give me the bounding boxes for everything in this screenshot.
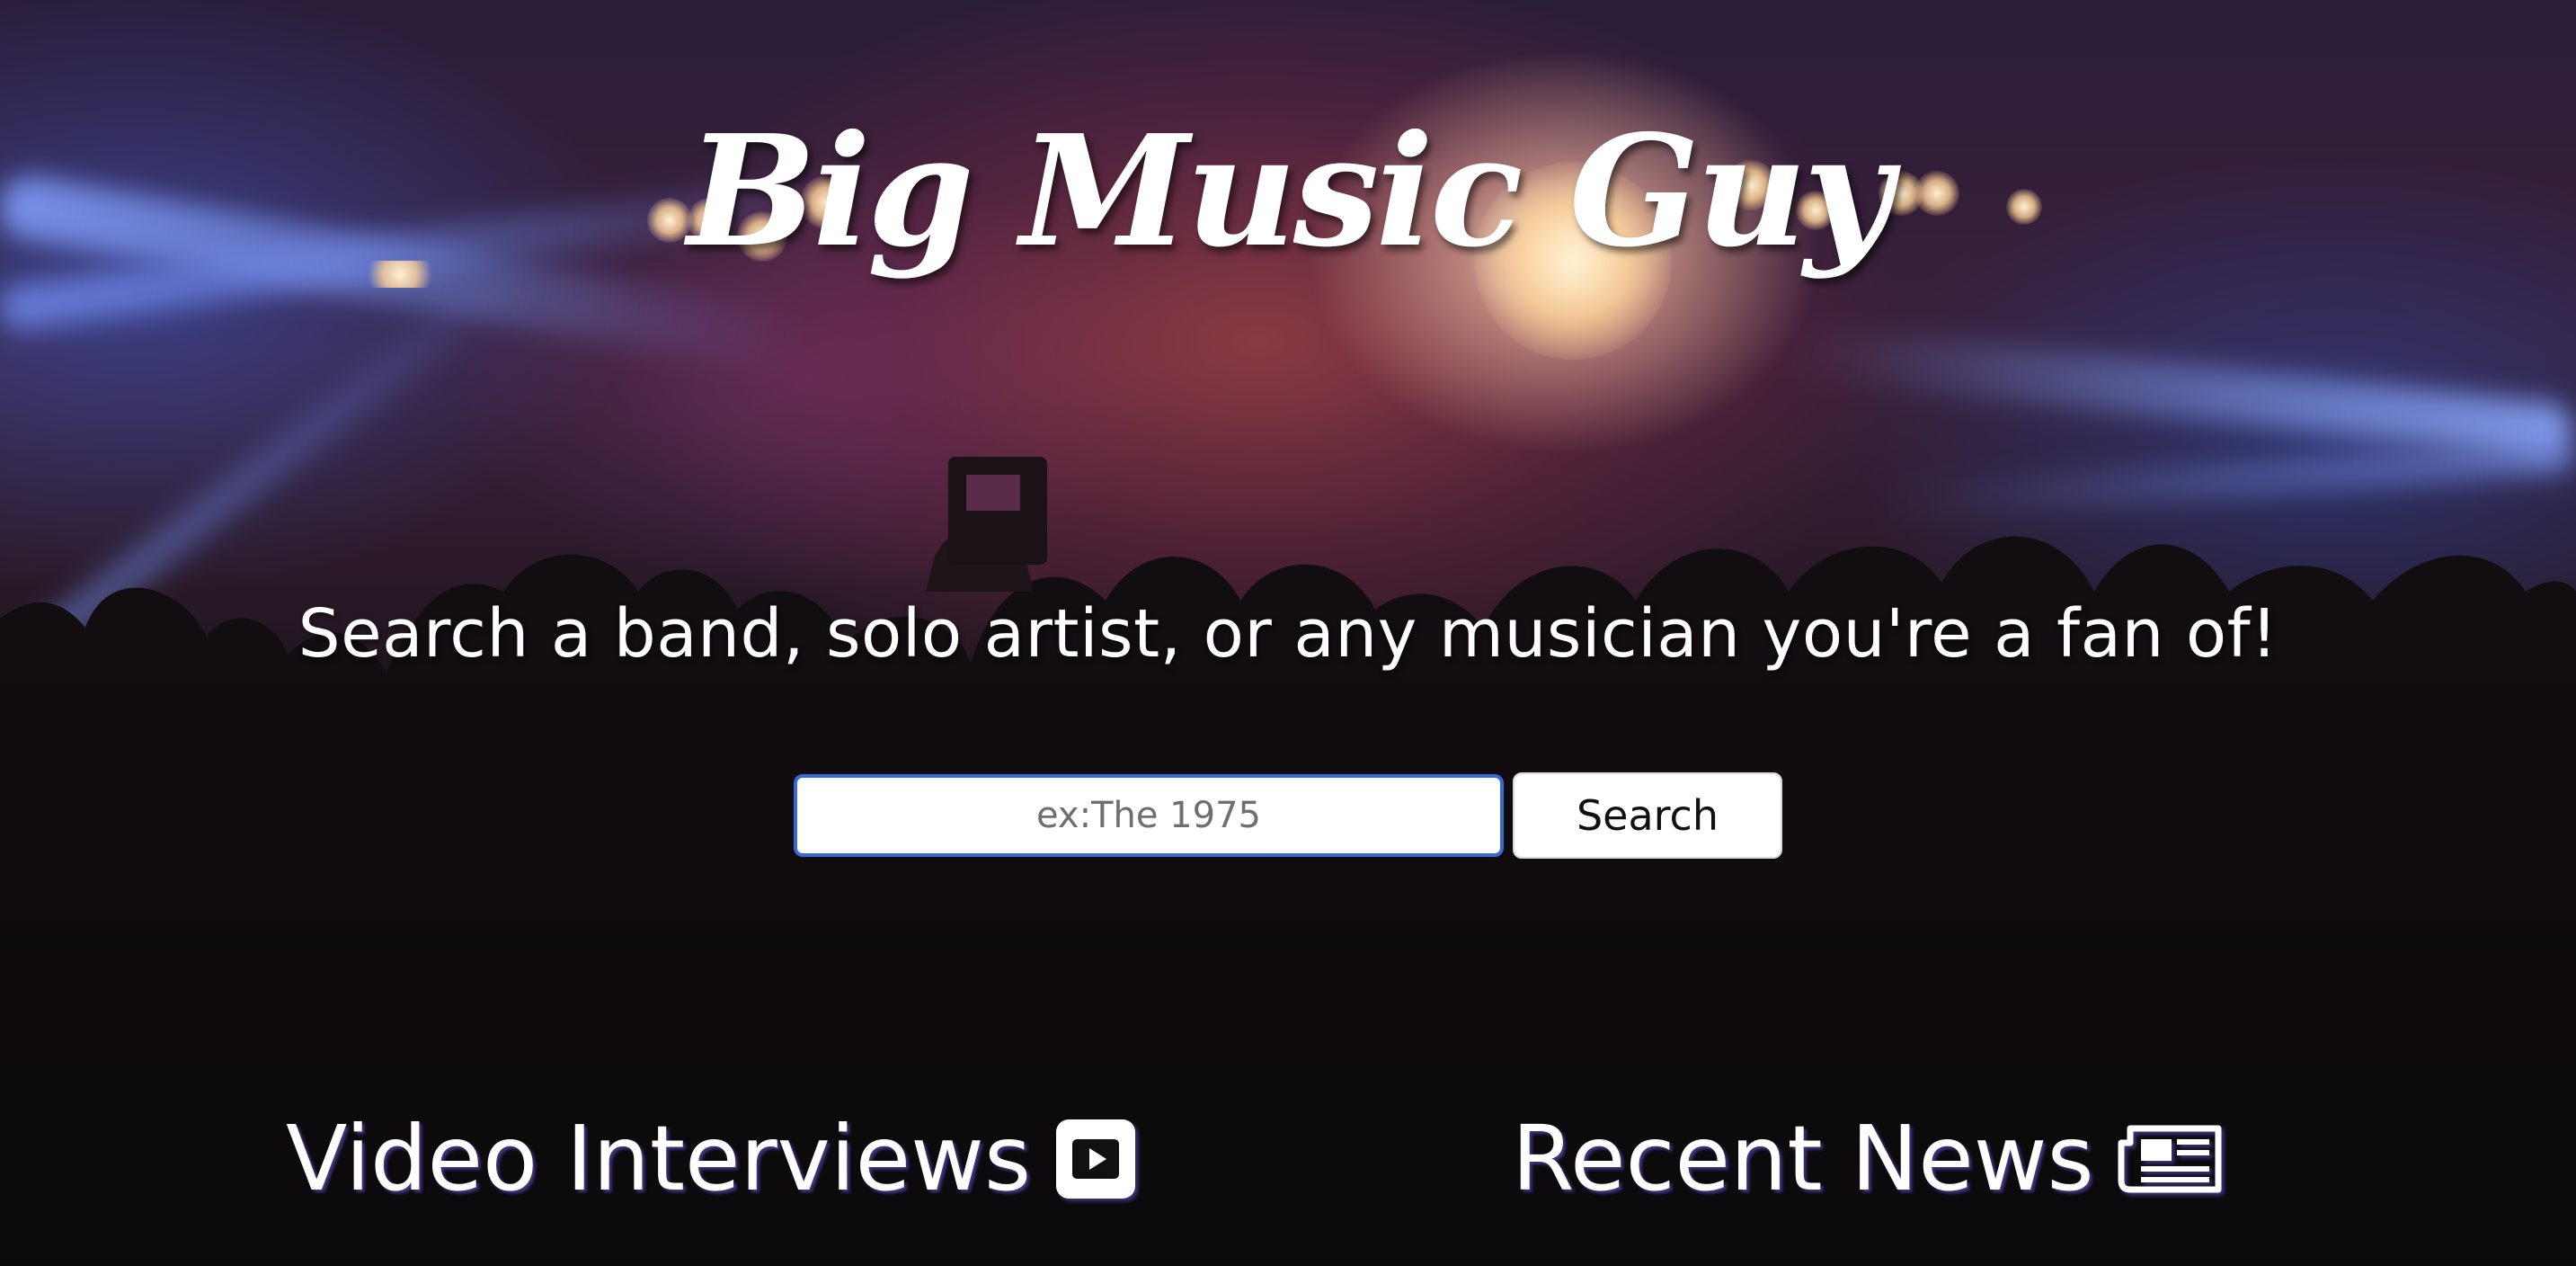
youtube-play-icon [1054, 1118, 1137, 1200]
video-interviews-heading[interactable]: Video Interviews [286, 1106, 1137, 1211]
search-tagline: Search a band, solo artist, or any music… [298, 595, 2278, 673]
search-form: Search [794, 771, 1782, 860]
site-title: Big Music Guy [687, 102, 1893, 281]
newspaper-icon [2118, 1123, 2222, 1195]
search-button[interactable]: Search [1513, 772, 1782, 859]
search-input[interactable] [794, 774, 1504, 857]
recent-news-label: Recent News [1512, 1106, 2094, 1211]
video-interviews-label: Video Interviews [286, 1106, 1032, 1211]
recent-news-heading[interactable]: Recent News [1512, 1106, 2222, 1211]
